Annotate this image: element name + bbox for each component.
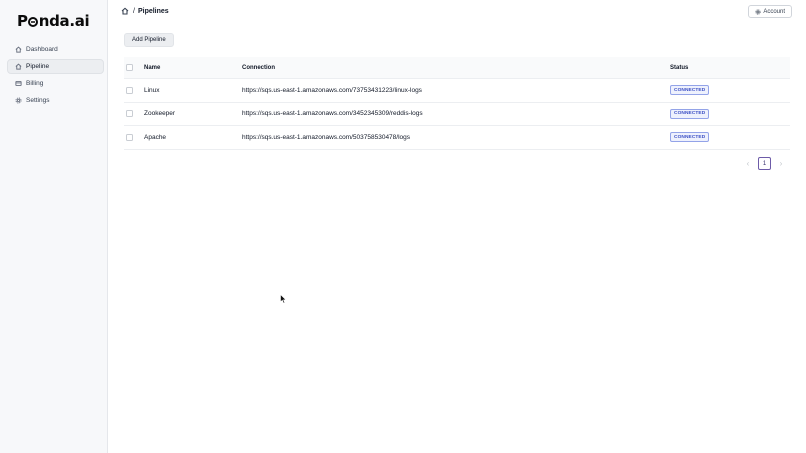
sidebar-item-label: Settings [26,97,50,104]
prev-page-button[interactable]: ‹ [743,159,753,168]
next-page-button[interactable]: › [776,159,786,168]
logo-text-start: P [17,12,28,30]
breadcrumb-separator: / [133,7,135,15]
pipeline-name: Zookeeper [144,110,176,118]
row-checkbox[interactable] [126,133,133,141]
status-badge: CONNECTED [670,132,710,143]
sidebar-item-settings[interactable]: Settings [7,93,104,108]
sidebar-item-pipeline[interactable]: Pipeline [7,59,104,74]
add-pipeline-button[interactable]: Add Pipeline [124,33,174,47]
home-icon[interactable] [121,7,129,15]
breadcrumb: / Pipelines [121,7,169,15]
column-header-connection[interactable]: Connection [242,65,670,71]
panda-icon [28,17,39,27]
pipelines-table: Name Connection Status Linux https://sqs… [124,57,790,150]
sidebar-item-label: Dashboard [26,46,58,53]
sidebar-item-dashboard[interactable]: Dashboard [7,42,104,57]
column-header-name[interactable]: Name [144,65,242,71]
table-row[interactable]: Linux https://sqs.us-east-1.amazonaws.co… [124,79,790,103]
status-badge: CONNECTED [670,108,710,119]
sidebar-item-billing[interactable]: Billing [7,76,104,91]
sidebar-item-label: Pipeline [26,63,50,70]
account-label: Account [763,8,785,15]
table-row[interactable]: Apache https://sqs.us-east-1.amazonaws.c… [124,126,790,150]
cursor-arrow-icon [280,293,287,304]
select-all-checkbox[interactable] [126,64,133,71]
page-button-current[interactable]: 1 [758,157,771,170]
pipeline-name: Apache [144,133,167,141]
row-checkbox[interactable] [126,86,133,94]
row-checkbox[interactable] [126,110,133,118]
pipeline-connection: https://sqs.us-east-1.amazonaws.com/3452… [242,110,423,118]
home-icon [15,46,22,53]
pagination: ‹ 1 › [743,157,786,170]
pipeline-name: Linux [144,86,160,94]
page-title: Pipelines [137,7,169,15]
top-bar: / Pipelines Account [108,0,806,24]
column-header-status[interactable]: Status [670,65,790,71]
gear-icon [755,8,761,15]
pipeline-connection: https://sqs.us-east-1.amazonaws.com/7375… [242,86,422,94]
home-icon [15,63,22,70]
status-badge: CONNECTED [670,85,710,96]
gear-icon [15,97,22,104]
logo[interactable]: Pnda.ai [17,12,90,30]
table-row[interactable]: Zookeeper https://sqs.us-east-1.amazonaw… [124,103,790,126]
account-button[interactable]: Account [748,5,792,18]
credit-card-icon [15,80,22,87]
sidebar-nav: Dashboard Pipeline Billing Settings [7,42,104,110]
table-header-row: Name Connection Status [124,57,790,79]
sidebar: Pnda.ai Dashboard Pipeline Billing Setti… [0,0,108,453]
sidebar-item-label: Billing [26,80,44,87]
logo-text-end: nda.ai [38,12,90,30]
pipeline-connection: https://sqs.us-east-1.amazonaws.com/5037… [242,133,411,141]
